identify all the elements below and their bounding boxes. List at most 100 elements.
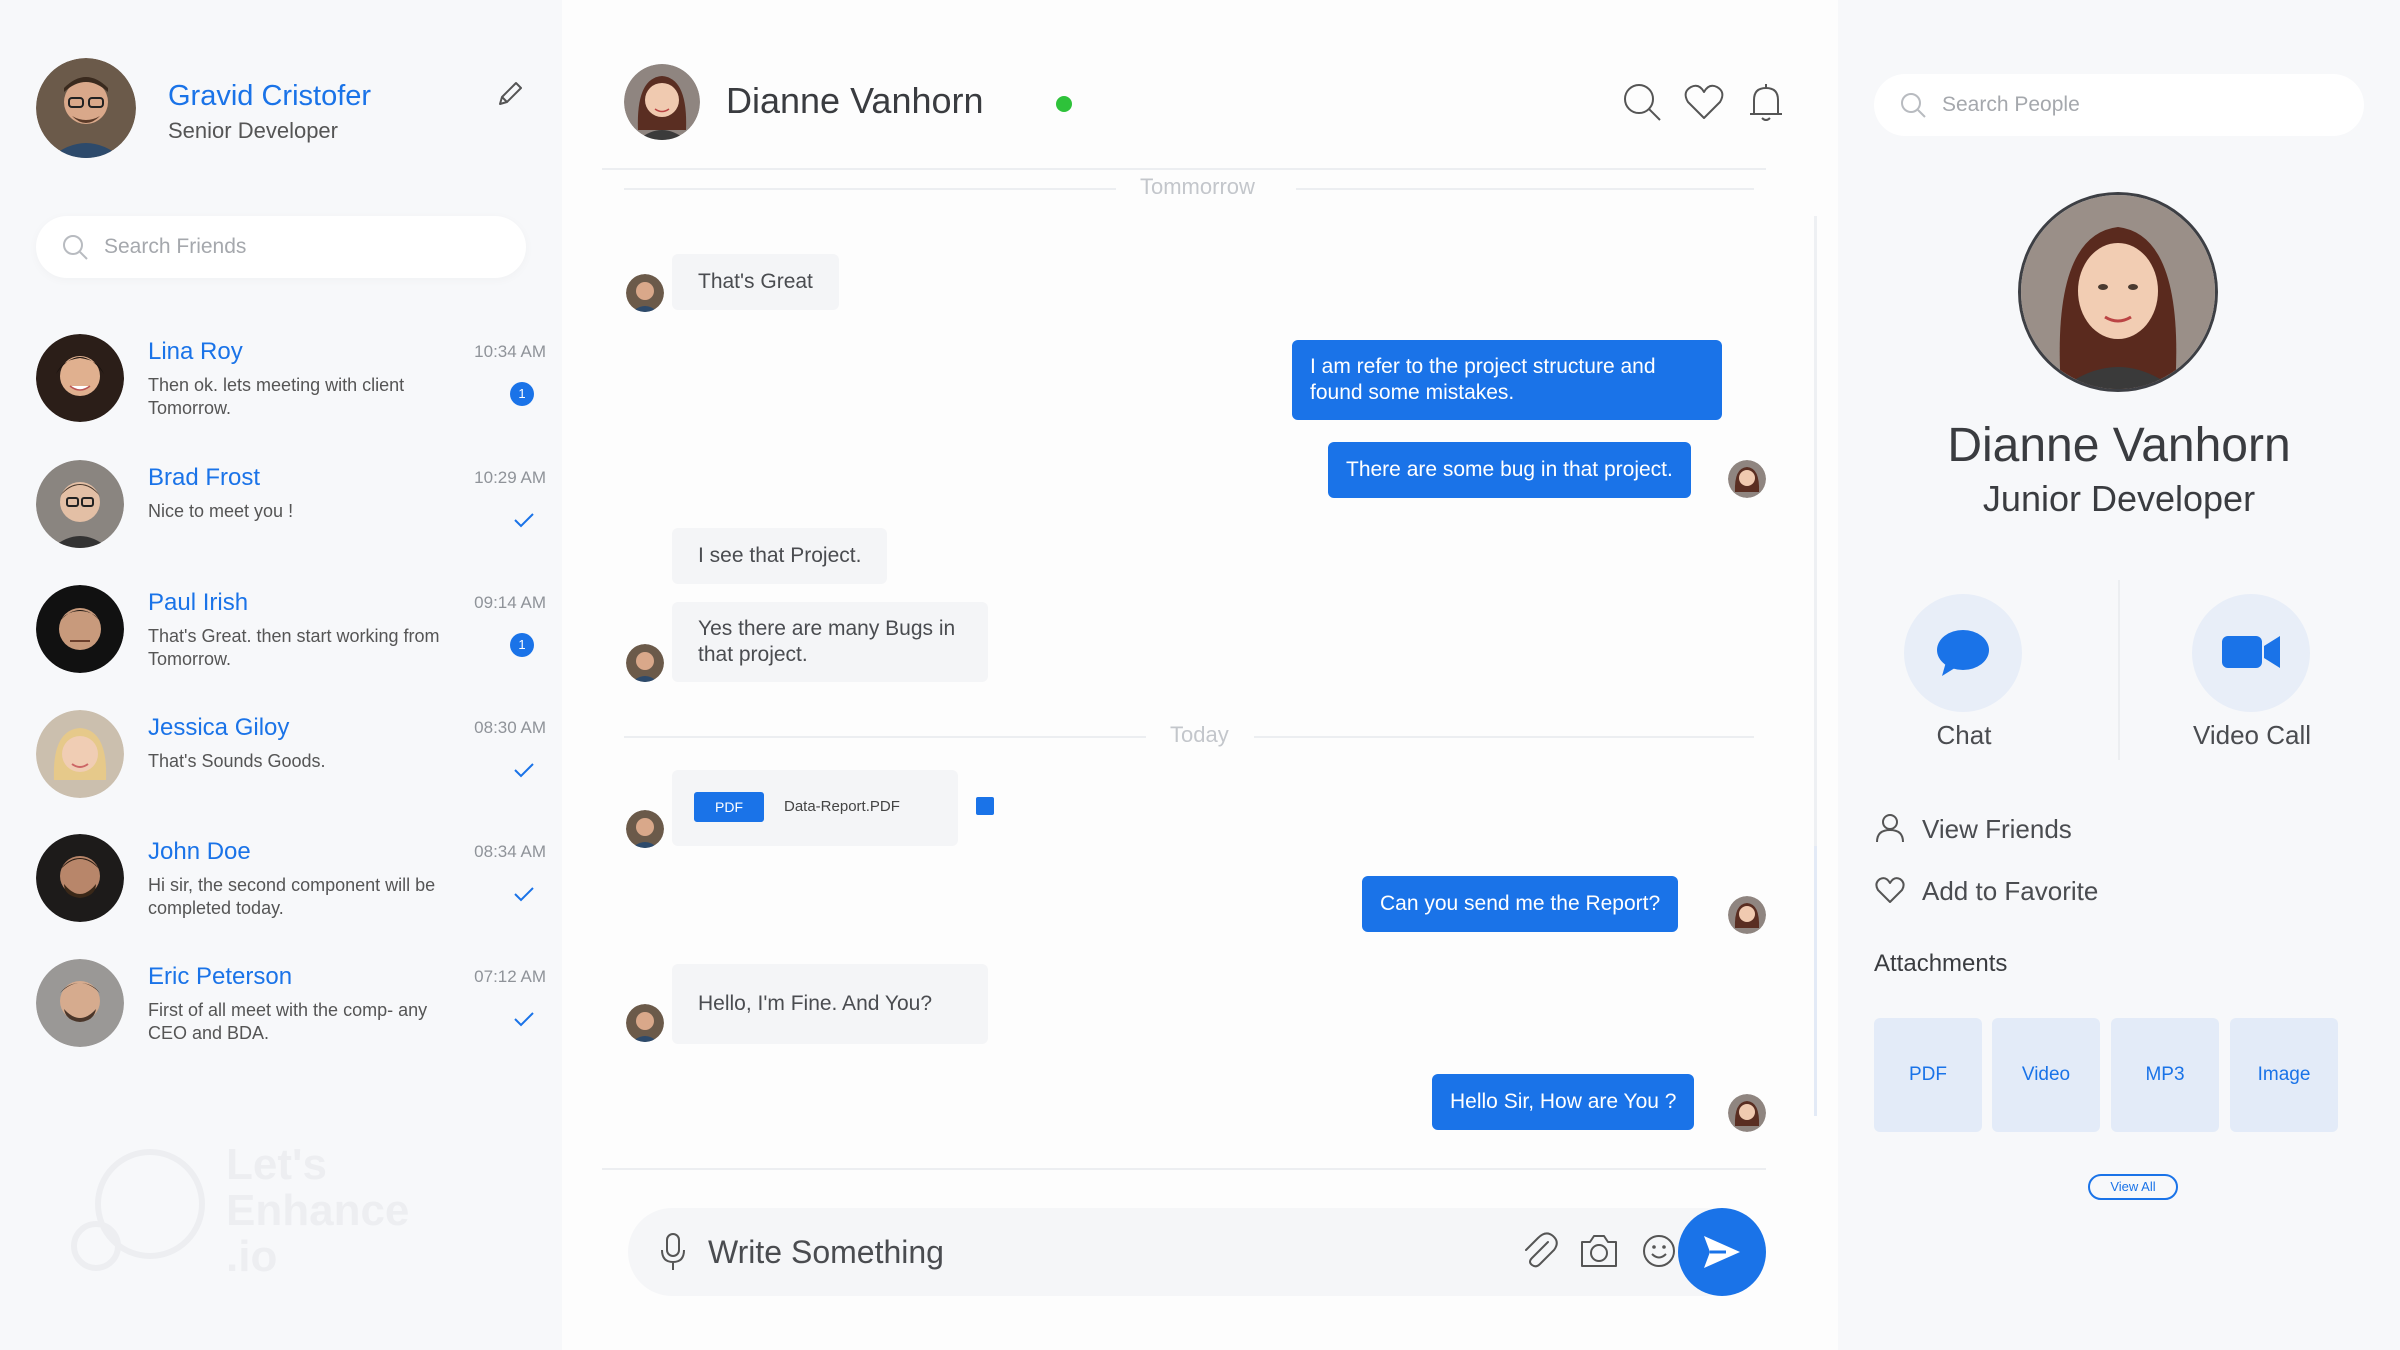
watermark-logo	[71, 1149, 205, 1271]
view-all-button[interactable]: View All	[2088, 1174, 2178, 1200]
video-camera-icon	[2222, 636, 2280, 668]
file-type-chip: PDF	[694, 792, 764, 822]
attachments-title: Attachments	[1874, 950, 2008, 977]
emoji-icon[interactable]	[1638, 1230, 1680, 1272]
user-mini-avatar	[1728, 1094, 1766, 1132]
profile-avatar	[2018, 192, 2218, 392]
friend-last-message: That's Sounds Goods.	[148, 751, 326, 771]
attachment-video[interactable]: Video	[1992, 1018, 2100, 1132]
friends-sidebar: Gravid Cristofer Senior Developer Lina R…	[0, 0, 562, 1350]
day-separator: Today	[624, 722, 1754, 752]
contact-mini-avatar	[626, 1004, 664, 1042]
contact-mini-avatar	[626, 810, 664, 848]
current-user-name: Gravid Cristofer	[168, 80, 372, 112]
friend-name: Eric Peterson	[148, 963, 293, 990]
chat-action-button[interactable]: Chat	[1864, 594, 2064, 754]
view-friends-label: View Friends	[1922, 814, 2072, 844]
current-user-card: Gravid Cristofer Senior Developer	[36, 58, 536, 162]
heart-icon	[1875, 877, 1905, 903]
contact-mini-avatar	[626, 274, 664, 312]
contact-mini-avatar	[626, 644, 664, 682]
download-icon[interactable]	[976, 797, 994, 815]
chat-action-label: Chat	[1936, 720, 1992, 750]
friend-name: Paul Irish	[148, 589, 249, 616]
contact-avatar[interactable]	[624, 64, 700, 140]
watermark: Let's Enhance .io	[66, 1140, 446, 1280]
file-name: Data-Report.PDF	[784, 798, 900, 815]
attachment-pdf[interactable]: PDF	[1874, 1018, 1982, 1132]
message-in: Yes there are many Bugs in that project.	[672, 602, 988, 682]
day-label: Tommorrow	[1140, 174, 1255, 199]
chat-scrollbar[interactable]	[1814, 216, 1817, 1116]
user-mini-avatar	[1728, 896, 1766, 934]
camera-icon[interactable]	[1578, 1230, 1620, 1272]
file-message[interactable]: PDF Data-Report.PDF	[672, 770, 994, 846]
search-icon	[1901, 93, 1926, 118]
friend-last-message: Then ok. lets meeting with client Tomorr…	[148, 375, 405, 418]
message-out: Can you send me the Report?	[1362, 876, 1679, 932]
profile-panel: Dianne Vanhorn Junior Developer Chat Vid…	[1838, 0, 2400, 1350]
friend-message-time: 08:34 AM	[474, 842, 546, 861]
read-check-icon	[514, 1012, 534, 1027]
profile-role: Junior Developer	[1982, 478, 2256, 519]
friend-message-time: 08:30 AM	[474, 718, 546, 737]
chat-header: Dianne Vanhorn	[602, 60, 1802, 170]
add-to-favorite-link[interactable]: Add to Favorite	[1874, 870, 2274, 910]
watermark-text: Let's Enhance .io	[226, 1140, 410, 1281]
message-out: Hello Sir, How are You ?	[1432, 1074, 1695, 1130]
friend-item-jessica-giloy[interactable]: Jessica Giloy That's Sounds Goods. 08:30…	[36, 710, 546, 810]
friend-last-message: First of all meet with the comp- any CEO…	[148, 1000, 428, 1043]
contact-name: Dianne Vanhorn	[726, 80, 984, 121]
composer-divider	[602, 1168, 1766, 1170]
profile-name: Dianne Vanhorn	[1947, 419, 2291, 472]
message-composer	[628, 1208, 1748, 1296]
friend-last-message: That's Great. then start working from To…	[148, 626, 440, 669]
search-people-input[interactable]	[1942, 74, 2342, 136]
friend-message-time: 07:12 AM	[474, 967, 546, 986]
unread-count-badge: 1	[510, 382, 534, 406]
friend-item-lina-roy[interactable]: Lina Roy Then ok. lets meeting with clie…	[36, 334, 546, 434]
message-in: That's Great	[672, 254, 839, 310]
edit-pencil-icon[interactable]	[494, 78, 526, 110]
friend-avatar	[36, 710, 124, 798]
action-separator	[2118, 580, 2120, 760]
view-friends-link[interactable]: View Friends	[1874, 808, 2274, 848]
video-call-action-label: Video Call	[2192, 720, 2312, 750]
friend-item-brad-frost[interactable]: Brad Frost Nice to meet you ! 10:29 AM	[36, 460, 546, 560]
message-input[interactable]	[708, 1208, 1408, 1296]
message-out: There are some bug in that project.	[1328, 442, 1691, 498]
current-user-avatar[interactable]	[36, 58, 136, 158]
friend-item-eric-peterson[interactable]: Eric Peterson First of all meet with the…	[36, 959, 546, 1059]
online-status-dot	[1056, 96, 1072, 112]
heart-icon[interactable]	[1682, 80, 1726, 124]
read-check-icon	[514, 887, 534, 902]
friend-message-time: 10:29 AM	[474, 468, 546, 487]
friend-message-time: 10:34 AM	[474, 342, 546, 361]
microphone-icon[interactable]	[658, 1232, 688, 1272]
search-icon	[63, 235, 88, 260]
friend-name: Brad Frost	[148, 464, 261, 491]
message-in: I see that Project.	[672, 528, 888, 584]
friend-name: Jessica Giloy	[148, 714, 290, 741]
friend-avatar	[36, 834, 124, 922]
friend-last-message: Hi sir, the second component will be com…	[148, 875, 436, 918]
friend-item-paul-irish[interactable]: Paul Irish That's Great. then start work…	[36, 585, 546, 685]
friend-avatar	[36, 334, 124, 422]
search-friends-box	[36, 216, 526, 278]
video-call-action-button[interactable]: Video Call	[2152, 594, 2352, 754]
attachment-mp3[interactable]: MP3	[2111, 1018, 2219, 1132]
paperclip-icon[interactable]	[1518, 1230, 1560, 1272]
day-label: Today	[1170, 722, 1229, 747]
user-mini-avatar	[1728, 460, 1766, 498]
user-icon	[1876, 814, 1904, 843]
search-people-box	[1874, 74, 2364, 136]
scrollbar-thumb[interactable]	[1814, 846, 1817, 1116]
bell-icon[interactable]	[1744, 80, 1788, 124]
friend-name: Lina Roy	[148, 338, 243, 365]
unread-count-badge: 1	[510, 633, 534, 657]
attachment-image[interactable]: Image	[2230, 1018, 2338, 1132]
send-button[interactable]	[1678, 1208, 1766, 1296]
search-icon[interactable]	[1620, 80, 1664, 124]
friend-item-john-doe[interactable]: John Doe Hi sir, the second component wi…	[36, 834, 546, 934]
search-friends-input[interactable]	[104, 216, 504, 278]
